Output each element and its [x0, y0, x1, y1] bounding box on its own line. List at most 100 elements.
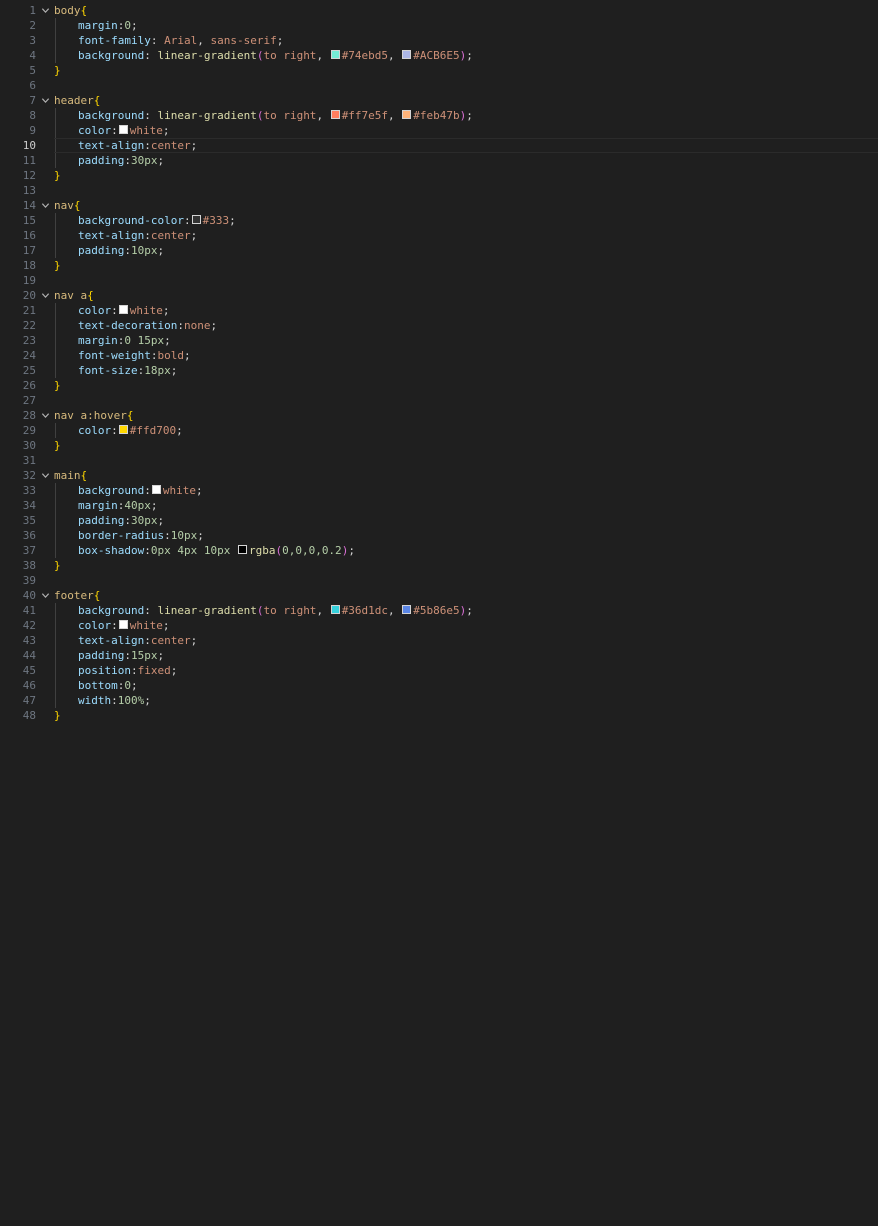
code-line[interactable]: border-radius:10px;: [54, 528, 878, 543]
code-line[interactable]: background-color: #333;: [54, 213, 878, 228]
code-line[interactable]: position:fixed;: [54, 663, 878, 678]
code-line[interactable]: }: [54, 258, 878, 273]
indent-guide: [54, 513, 78, 528]
code-line[interactable]: background: linear-gradient(to right, #7…: [54, 48, 878, 63]
code-token: rgba: [248, 544, 276, 557]
color-swatch[interactable]: [237, 545, 247, 554]
line-number: 4: [29, 49, 36, 62]
color-swatch[interactable]: [191, 215, 201, 224]
code-line[interactable]: nav a{: [54, 288, 878, 303]
code-token: ;: [195, 484, 203, 497]
fold-chevron-down-icon[interactable]: [38, 468, 52, 483]
code-token: }: [54, 559, 61, 572]
code-line[interactable]: [54, 573, 878, 588]
code-line[interactable]: background: white;: [54, 483, 878, 498]
code-token: :: [124, 244, 131, 257]
code-token: :: [130, 664, 138, 677]
code-line[interactable]: font-weight:bold;: [54, 348, 878, 363]
fold-chevron-down-icon[interactable]: [38, 288, 52, 303]
line-number: 10: [22, 139, 36, 152]
code-token: ;: [157, 514, 165, 527]
code-line[interactable]: margin:0 15px;: [54, 333, 878, 348]
fold-chevron-down-icon[interactable]: [38, 93, 52, 108]
color-swatch[interactable]: [330, 110, 340, 119]
code-line[interactable]: }: [54, 378, 878, 393]
code-line[interactable]: color: white;: [54, 303, 878, 318]
indent-guide: [54, 618, 78, 633]
code-token: text-align: [78, 229, 145, 242]
code-token: }: [54, 439, 61, 452]
code-token: 40px: [124, 499, 151, 512]
fold-chevron-down-icon[interactable]: [38, 588, 52, 603]
code-token: ;: [157, 154, 165, 167]
code-line[interactable]: text-align:center;: [54, 138, 878, 153]
color-swatch[interactable]: [330, 605, 340, 614]
indent-guide: [54, 33, 78, 48]
code-line[interactable]: footer{: [54, 588, 878, 603]
code-editor[interactable]: 1 2 3 4 5 6 7 8 9 10 11 12 13 14 15 16 17 18 19 20 21 22 23 24 2…: [0, 0, 878, 1226]
code-line[interactable]: [54, 273, 878, 288]
code-line[interactable]: [54, 393, 878, 408]
indent-guide: [54, 423, 78, 438]
code-token: ;: [131, 679, 138, 692]
color-swatch[interactable]: [118, 305, 128, 314]
color-swatch[interactable]: [151, 485, 161, 494]
code-line[interactable]: margin:40px;: [54, 498, 878, 513]
code-line[interactable]: padding:15px;: [54, 648, 878, 663]
code-line[interactable]: color: white;: [54, 618, 878, 633]
code-line[interactable]: [54, 453, 878, 468]
code-line[interactable]: main{: [54, 468, 878, 483]
code-area[interactable]: body{margin:0; font-family: Arial, sans-s…: [54, 3, 878, 723]
line-number: 22: [22, 319, 36, 332]
fold-chevron-down-icon[interactable]: [38, 198, 52, 213]
code-line[interactable]: padding:10px;: [54, 243, 878, 258]
code-token: ;: [176, 424, 183, 437]
fold-chevron-down-icon[interactable]: [38, 408, 52, 423]
fold-chevron-down-icon[interactable]: [38, 3, 52, 18]
code-line[interactable]: }: [54, 558, 878, 573]
code-line[interactable]: margin:0;: [54, 18, 878, 33]
code-line[interactable]: }: [54, 438, 878, 453]
code-line[interactable]: font-family: Arial, sans-serif;: [54, 33, 878, 48]
line-number: 48: [22, 709, 36, 722]
color-swatch[interactable]: [402, 50, 412, 59]
code-token: ;: [157, 649, 165, 662]
color-swatch[interactable]: [118, 425, 128, 434]
code-token: background: [78, 604, 145, 617]
code-line[interactable]: background: linear-gradient(to right, #f…: [54, 108, 878, 123]
color-swatch[interactable]: [402, 110, 412, 119]
line-number: 12: [22, 169, 36, 182]
color-swatch[interactable]: [402, 605, 412, 614]
code-line[interactable]: body{: [54, 3, 878, 18]
code-line[interactable]: text-decoration:none;: [54, 318, 878, 333]
code-line[interactable]: }: [54, 63, 878, 78]
code-line[interactable]: padding:30px;: [54, 153, 878, 168]
indent-guide: [54, 528, 78, 543]
code-line[interactable]: padding:30px;: [54, 513, 878, 528]
code-line[interactable]: text-align:center;: [54, 633, 878, 648]
code-line[interactable]: text-align:center;: [54, 228, 878, 243]
code-line[interactable]: [54, 78, 878, 93]
code-line[interactable]: bottom:0;: [54, 678, 878, 693]
code-line[interactable]: font-size:18px;: [54, 363, 878, 378]
code-token: width: [78, 694, 112, 707]
code-line[interactable]: header{: [54, 93, 878, 108]
line-number: 35: [22, 514, 36, 527]
code-line[interactable]: background: linear-gradient(to right, #3…: [54, 603, 878, 618]
code-line[interactable]: color: #ffd700;: [54, 423, 878, 438]
code-line[interactable]: color: white;: [54, 123, 878, 138]
code-line[interactable]: width:100%;: [54, 693, 878, 708]
code-line[interactable]: nav{: [54, 198, 878, 213]
code-token: #ffd700: [129, 424, 177, 437]
code-line[interactable]: box-shadow:0px 4px 10px rgba(0,0,0,0.2);: [54, 543, 878, 558]
color-swatch[interactable]: [118, 125, 128, 134]
color-swatch[interactable]: [118, 620, 128, 629]
code-line[interactable]: [54, 183, 878, 198]
code-line[interactable]: nav a:hover{: [54, 408, 878, 423]
code-line[interactable]: }: [54, 708, 878, 723]
code-line[interactable]: }: [54, 168, 878, 183]
color-swatch[interactable]: [330, 50, 340, 59]
